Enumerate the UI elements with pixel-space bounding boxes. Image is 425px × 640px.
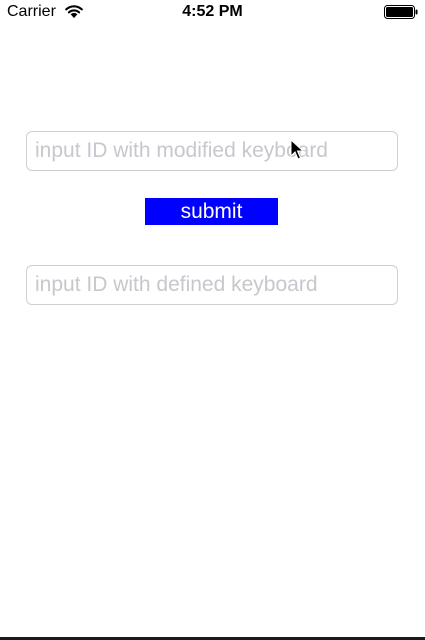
battery-icon (384, 5, 418, 19)
modified-keyboard-id-input[interactable] (26, 131, 398, 171)
defined-keyboard-id-input[interactable] (26, 265, 398, 305)
status-time: 4:52 PM (182, 3, 243, 20)
status-bar: Carrier 4:52 PM (0, 0, 425, 24)
arrow-cursor-icon (290, 138, 305, 161)
submit-button[interactable]: submit (145, 198, 278, 225)
